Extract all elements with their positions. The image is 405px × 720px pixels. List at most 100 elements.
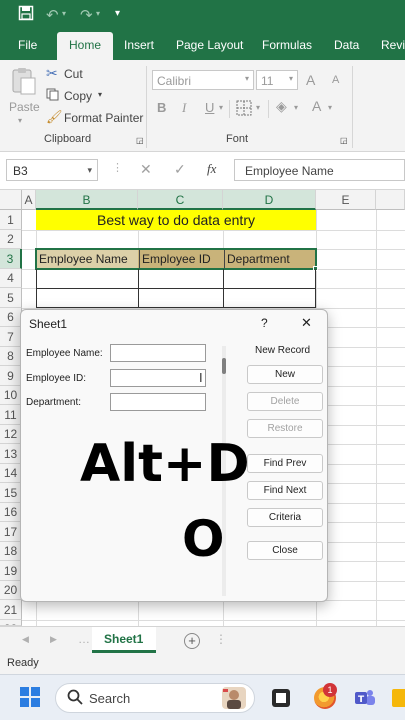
column-header-b[interactable]: B [36,190,138,210]
column-header-c[interactable]: C [138,190,223,210]
font-name-box[interactable]: Calibri ▾ [152,70,254,90]
find-next-button[interactable]: Find Next [247,481,323,500]
row-header[interactable]: 2 [0,230,22,249]
tab-insert[interactable]: Insert [124,38,154,52]
row-header[interactable]: 12 [0,425,22,444]
employee-name-input[interactable] [110,344,206,362]
column-header-d[interactable]: D [223,190,316,210]
criteria-button[interactable]: Criteria [247,508,323,527]
cancel-entry-icon[interactable]: ✕ [140,161,152,178]
row-header[interactable]: 13 [0,444,22,464]
new-button[interactable]: New [247,365,323,384]
customize-toolbar-icon[interactable]: ▾ [115,8,120,19]
teams-icon[interactable]: T [354,688,376,708]
row-header[interactable]: 10 [0,386,22,405]
bold-button[interactable]: B [157,100,166,115]
underline-dropdown-icon[interactable]: ▾ [219,103,223,112]
taskbar-search-box[interactable]: Search [55,683,255,713]
column-header-e[interactable]: E [316,190,376,210]
scroll-right-icon[interactable]: ▶ [50,634,57,645]
row-header[interactable]: 6 [0,308,22,327]
tab-review[interactable]: Revie [381,38,405,52]
sheet-tabs-bar: ◀ ▶ … Sheet1 + ⋮ [0,626,405,654]
save-icon[interactable] [18,5,34,25]
redo-icon[interactable]: ↷ [80,6,93,24]
sheet-tab-sheet1[interactable]: Sheet1 [92,627,156,653]
find-prev-button[interactable]: Find Prev [247,454,323,473]
copy-button[interactable]: Copy [64,89,92,103]
employee-id-input[interactable]: Ι [110,369,206,387]
name-box[interactable]: B3 ▾ [6,159,98,181]
row-header[interactable]: 15 [0,483,22,503]
employee-id-label: Employee ID: [26,373,87,384]
undo-icon[interactable]: ↶ [46,6,59,24]
close-icon[interactable]: ✕ [301,315,312,331]
tab-formulas[interactable]: Formulas [262,38,312,52]
row-header[interactable]: 17 [0,522,22,542]
paste-icon[interactable] [8,66,38,95]
borders-dropdown-icon[interactable]: ▾ [256,103,260,112]
row-header[interactable]: 16 [0,503,22,522]
tab-page-layout[interactable]: Page Layout [176,38,243,52]
cut-button[interactable]: Cut [64,67,83,81]
clipboard-launcher-icon[interactable]: ◲ [136,136,144,145]
file-explorer-icon[interactable] [392,689,405,707]
undo-dropdown-icon[interactable]: ▾ [62,9,66,18]
font-color-dropdown-icon[interactable]: ▾ [328,103,332,112]
title-bar: ↶ ▾ ↷ ▾ ▾ [0,0,405,32]
chevron-down-icon[interactable]: ▾ [87,165,92,176]
clipboard-group-label: Clipboard [44,133,92,145]
select-all-corner[interactable] [0,190,22,210]
font-launcher-icon[interactable]: ◲ [340,136,348,145]
more-options-icon: ⋮ [112,162,123,174]
confirm-entry-icon[interactable]: ✓ [174,161,186,178]
paste-button[interactable]: Paste [9,100,40,114]
borders-icon[interactable] [236,100,252,119]
shrink-font-button[interactable]: A [332,74,339,86]
underline-button[interactable]: U [205,100,214,115]
task-view-icon[interactable] [272,689,290,707]
row-header[interactable]: 9 [0,366,22,386]
copy-dropdown-icon[interactable]: ▾ [98,90,102,99]
department-input[interactable] [110,393,206,411]
insert-function-button[interactable]: fx [207,161,216,177]
scrollbar-thumb[interactable] [222,358,226,374]
title-cell[interactable]: Best way to do data entry [36,210,316,230]
close-button[interactable]: Close [247,541,323,560]
paste-dropdown-icon[interactable]: ▾ [18,116,22,125]
delete-button[interactable]: Delete [247,392,323,411]
font-color-button[interactable]: A [312,98,321,114]
row-header[interactable]: 7 [0,327,22,347]
restore-button[interactable]: Restore [247,419,323,438]
column-header-a[interactable]: A [22,190,36,210]
column-header-f[interactable] [376,190,405,210]
tab-data[interactable]: Data [334,38,359,52]
format-painter-button[interactable]: Format Painter [64,111,143,125]
row-header[interactable]: 21 [0,600,22,620]
help-button[interactable]: ? [261,316,268,330]
row-header[interactable]: 18 [0,542,22,561]
row-header[interactable]: 8 [0,347,22,366]
windows-start-icon[interactable] [20,687,40,712]
fill-color-icon[interactable]: ◈ [276,98,287,115]
selection-border [35,248,317,270]
row-header[interactable]: 4 [0,269,22,288]
row-header[interactable]: 19 [0,561,22,581]
row-header-selected[interactable]: 3 [0,249,22,269]
tab-file[interactable]: File [18,38,37,52]
redo-dropdown-icon[interactable]: ▾ [96,9,100,18]
fill-color-dropdown-icon[interactable]: ▾ [294,103,298,112]
scroll-left-icon[interactable]: ◀ [22,634,29,645]
row-header[interactable]: 1 [0,210,22,230]
row-header[interactable]: 5 [0,288,22,308]
row-header[interactable]: 14 [0,464,22,483]
more-sheets-icon[interactable]: … [78,632,90,646]
grow-font-button[interactable]: A [306,72,315,88]
italic-button[interactable]: I [182,100,186,116]
tab-home[interactable]: Home [57,32,114,60]
formula-input[interactable]: Employee Name [234,159,405,181]
add-sheet-button[interactable]: + [184,633,200,649]
row-header[interactable]: 20 [0,581,22,600]
row-header[interactable]: 11 [0,405,22,425]
font-size-box[interactable]: 11 ▾ [256,70,298,90]
